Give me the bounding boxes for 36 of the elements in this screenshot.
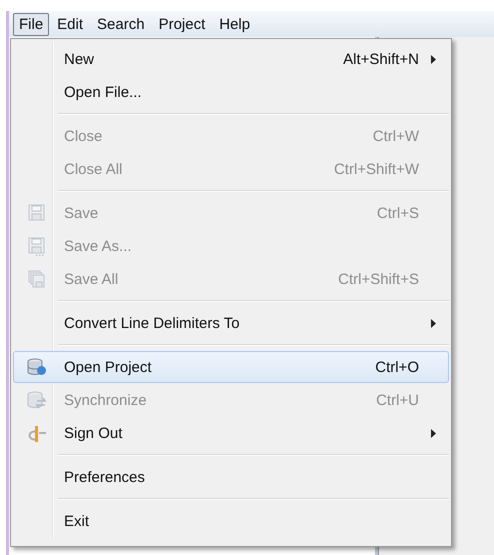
shortcut-label: Ctrl+W xyxy=(372,128,419,144)
menu-item-label: Close All xyxy=(63,160,124,178)
shortcut-label: Ctrl+U xyxy=(376,392,419,408)
menu-item-label: Preferences xyxy=(63,468,146,486)
menu-item[interactable]: Preferences xyxy=(13,461,449,493)
menu-item[interactable]: Sign Out xyxy=(13,417,449,449)
menu-item[interactable]: New Alt+Shift+N xyxy=(13,43,449,75)
shortcut-label: Alt+Shift+N xyxy=(343,50,419,68)
menu-bar-item[interactable]: File xyxy=(13,12,50,36)
menu-item[interactable]: Exit xyxy=(13,505,449,537)
menu-item-label: Exit xyxy=(63,512,90,530)
menu-item-label: Open Project xyxy=(63,358,153,376)
stacked-floppy-disks-icon xyxy=(28,270,45,288)
menu-bar-item[interactable]: Edit xyxy=(51,12,90,36)
menu-item-label: Synchronize xyxy=(63,392,148,408)
menu-item-label: Close xyxy=(63,128,104,144)
menu-item-label: Save All xyxy=(63,270,120,288)
menu-item-label: Save As... xyxy=(63,238,133,254)
menu-bar-item[interactable]: Search xyxy=(91,12,151,36)
menu-item[interactable]: Convert Line Delimiters To xyxy=(13,307,449,339)
shortcut-label: Ctrl+S xyxy=(376,204,419,222)
menu-item[interactable]: Open Project Ctrl+O xyxy=(13,351,449,383)
menu-bar-item[interactable]: Project xyxy=(152,12,212,36)
menu-item-label: Save xyxy=(63,204,100,222)
database-icon xyxy=(26,358,46,376)
menu-item-label: Open File... xyxy=(63,84,143,100)
menu-item[interactable]: Open File... xyxy=(13,76,449,108)
shortcut-label: Ctrl+Shift+W xyxy=(334,160,419,178)
menu-item-label: Sign Out xyxy=(63,424,124,442)
menu-bar-item[interactable]: Help xyxy=(213,12,256,36)
shortcut-label: Ctrl+Shift+S xyxy=(338,270,419,288)
database-sync-icon xyxy=(26,391,46,409)
sign-out-icon xyxy=(26,424,46,442)
menu-item-label: Convert Line Delimiters To xyxy=(63,314,241,332)
shortcut-label: Ctrl+O xyxy=(375,358,419,376)
menu-item-label: New xyxy=(63,50,96,68)
